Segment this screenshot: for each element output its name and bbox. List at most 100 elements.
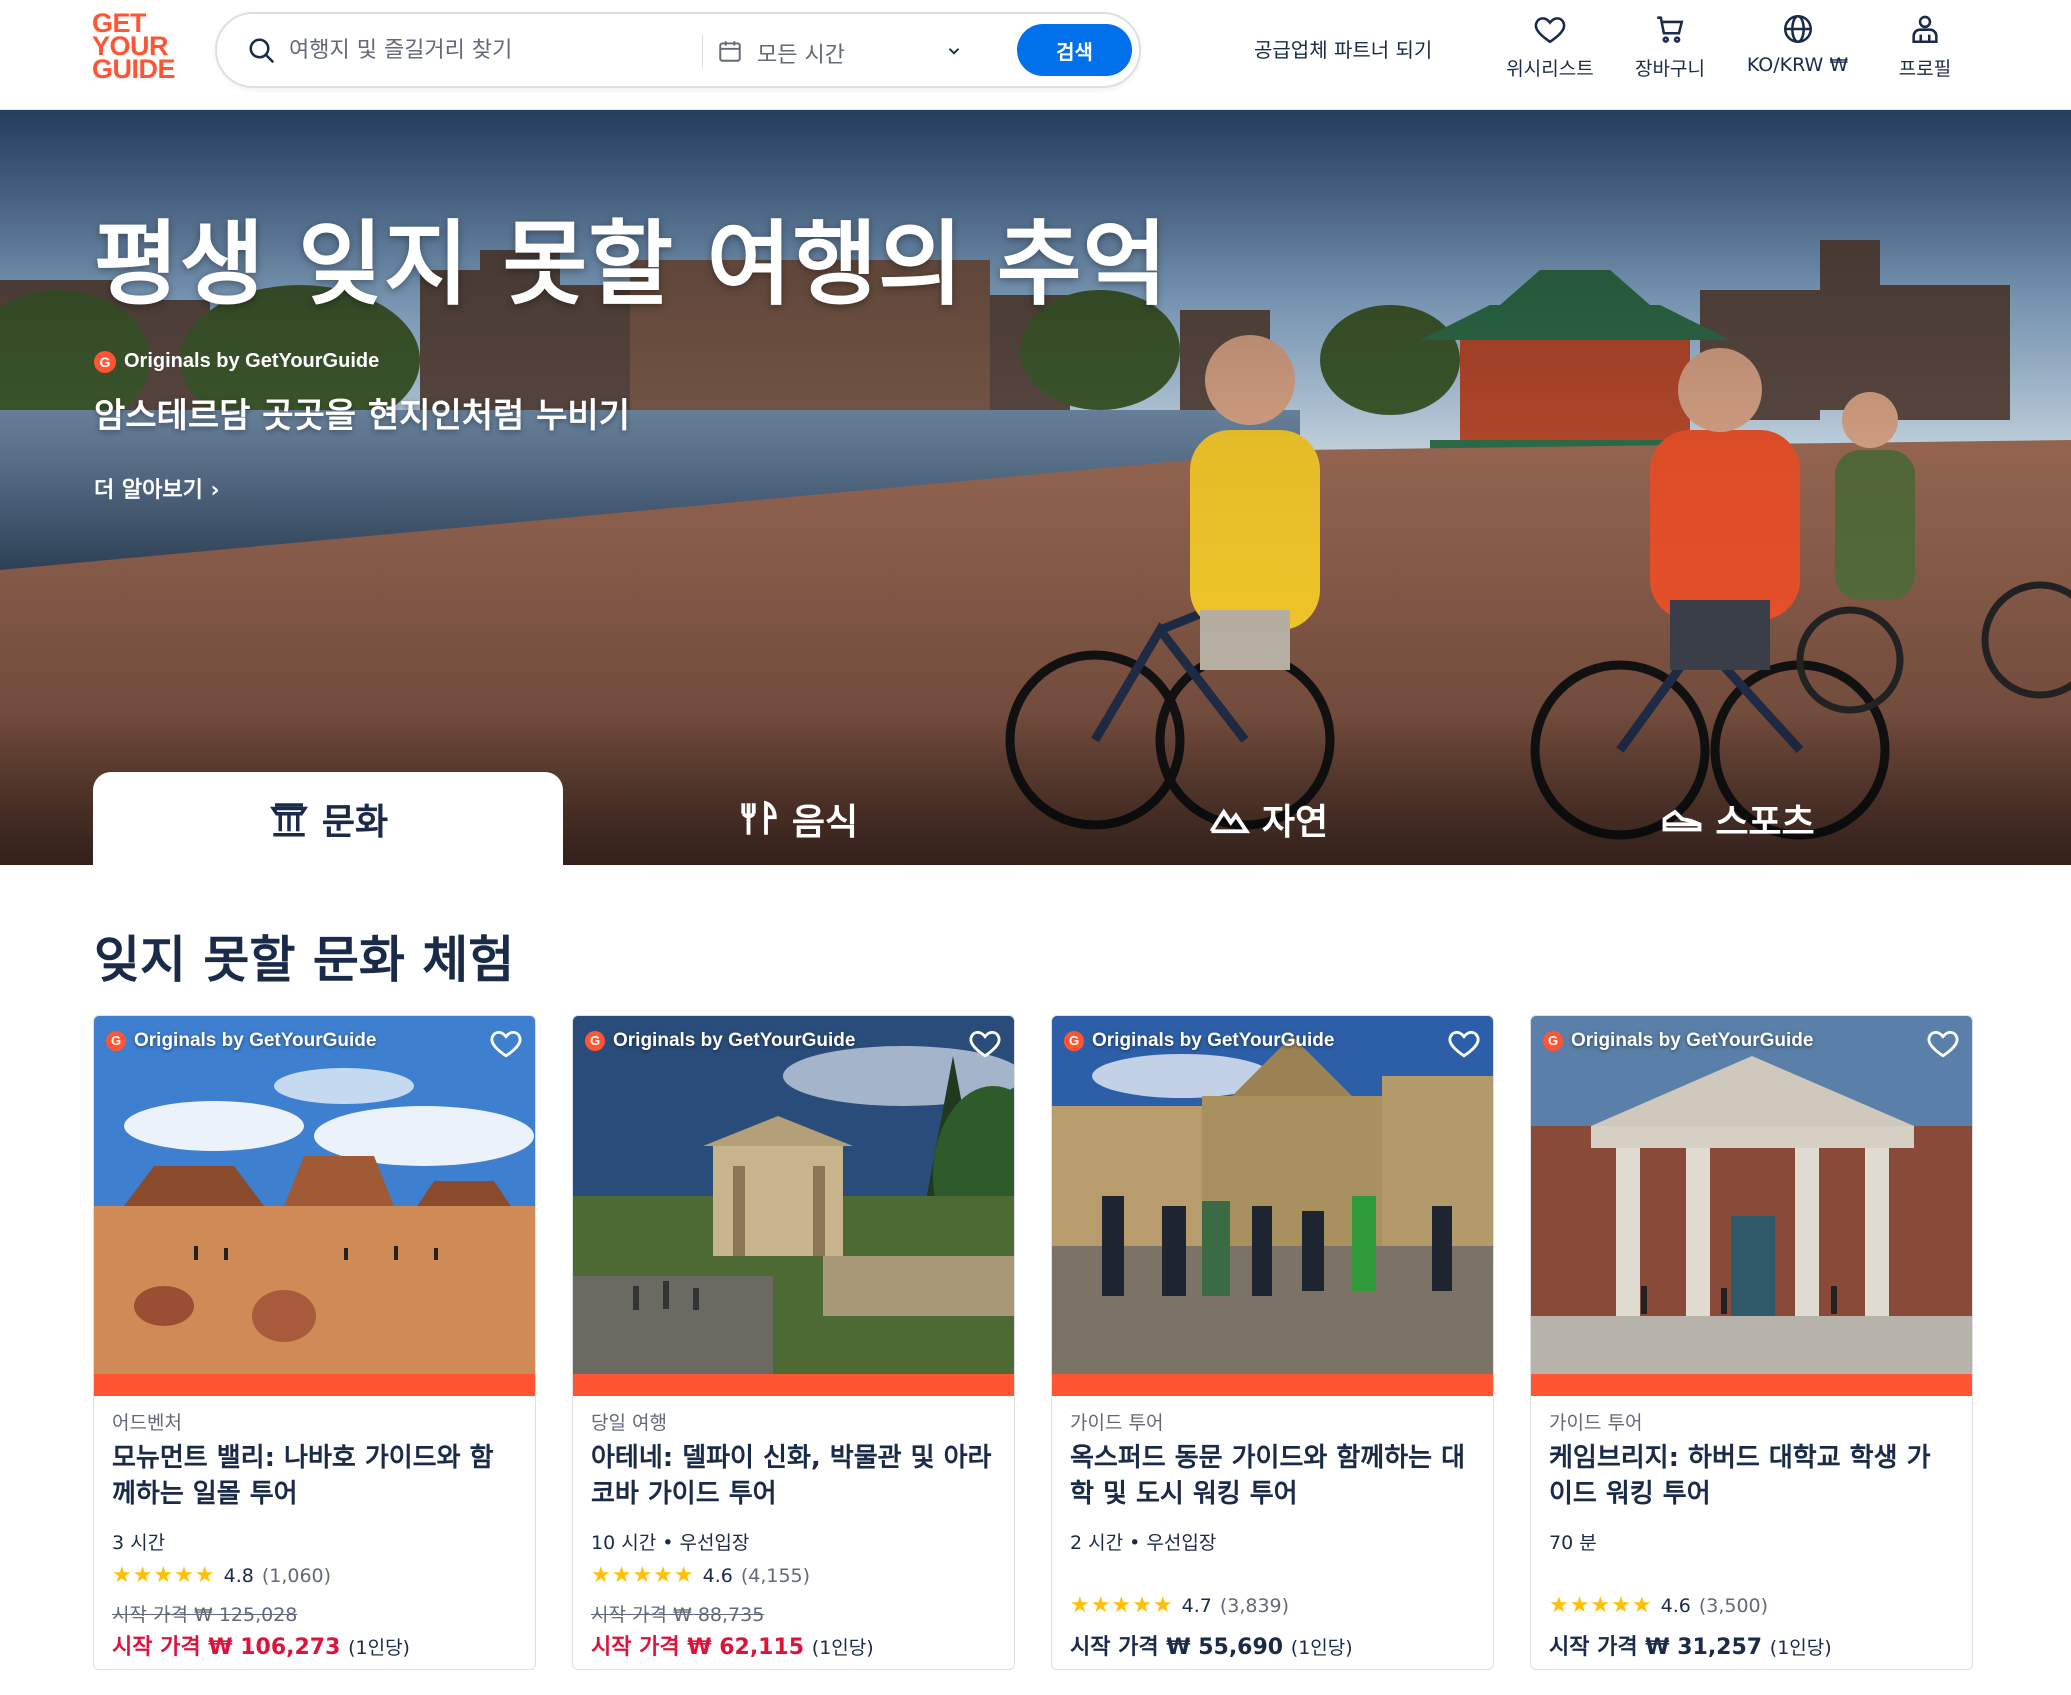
- rating-value: 4.7: [1181, 1594, 1212, 1617]
- review-count: (3,839): [1219, 1594, 1290, 1617]
- nav-wishlist[interactable]: 위시리스트: [1500, 12, 1600, 92]
- card-accent-strip: [1052, 1374, 1493, 1396]
- nav-cart-label: 장바구니: [1635, 58, 1705, 80]
- price-value: 시작 가격 ₩ 106,273: [112, 1635, 341, 1660]
- hero-originals-badge: G Originals by GetYourGuide: [94, 350, 379, 373]
- nav-locale[interactable]: KO/KRW ₩: [1735, 12, 1860, 92]
- rating-value: 4.6: [702, 1564, 733, 1587]
- getyourguide-g-icon: G: [1543, 1031, 1563, 1051]
- search-bar: 모든 시간 검색: [215, 12, 1141, 88]
- card-rating: ★★★★★ 4.8 (1,060): [112, 1563, 331, 1588]
- tab-sports[interactable]: 스포츠: [1503, 772, 1973, 865]
- card-title: 케임브리지: 하버드 대학교 학생 가이드 워킹 투어: [1549, 1443, 1931, 1509]
- card-category: 가이드 투어: [1549, 1412, 1643, 1434]
- card-title: 모뉴먼트 밸리: 나바호 가이드와 함께하는 일몰 투어: [112, 1443, 494, 1509]
- card-image: [573, 1016, 1014, 1374]
- original-price: 시작 가격 ₩ 125,028: [112, 1604, 298, 1626]
- activity-card[interactable]: G Originals by GetYourGuide 가이드 투어 케임브리지…: [1530, 1015, 1973, 1670]
- per-person-label: (1인당): [1290, 1637, 1353, 1659]
- hero-title: 평생 잊지 못할 여행의 추억: [94, 211, 1169, 318]
- nav-profile[interactable]: 프로필: [1875, 12, 1975, 92]
- rating-stars-icon: ★★★★★: [112, 1563, 216, 1588]
- card-category: 가이드 투어: [1070, 1412, 1164, 1434]
- museum-icon: [269, 802, 308, 836]
- wishlist-heart-icon[interactable]: [1926, 1026, 1960, 1060]
- tab-food[interactable]: 음식: [563, 772, 1033, 865]
- card-image: [1531, 1016, 1972, 1374]
- per-person-label: (1인당): [811, 1637, 874, 1659]
- fork-knife-icon: [741, 800, 777, 835]
- card-accent-strip: [573, 1374, 1014, 1396]
- activity-card[interactable]: G Originals by GetYourGuide 어드벤처 모뉴먼트 밸리…: [93, 1015, 536, 1670]
- activity-card[interactable]: G Originals by GetYourGuide 당일 여행 아테네: 델…: [572, 1015, 1015, 1670]
- rating-stars-icon: ★★★★★: [1070, 1593, 1174, 1618]
- card-duration: 70 분: [1549, 1532, 1597, 1554]
- card-image: [1052, 1016, 1493, 1374]
- hero-originals-label: Originals by GetYourGuide: [124, 350, 380, 372]
- price-value: 시작 가격 ₩ 62,115: [591, 1635, 805, 1660]
- tab-sports-label: 스포츠: [1715, 801, 1815, 843]
- become-partner-link[interactable]: 공급업체 파트너 되기: [1254, 34, 1432, 63]
- per-person-label: (1인당): [348, 1637, 410, 1659]
- card-price: 시작 가격 ₩ 31,257 (1인당): [1549, 1629, 1832, 1661]
- rating-stars-icon: ★★★★★: [591, 1563, 695, 1588]
- card-price: 시작 가격 ₩ 62,115 (1인당): [591, 1629, 874, 1661]
- oxford-campus-photo: [1052, 1016, 1493, 1374]
- card-title: 아테네: 델파이 신화, 박물관 및 아라코바 가이드 투어: [591, 1443, 992, 1509]
- logo-line-3: GUIDE: [92, 54, 176, 84]
- review-count: (1,060): [261, 1564, 332, 1587]
- search-divider: [702, 34, 703, 68]
- card-duration: 2 시간 • 우선입장: [1070, 1532, 1217, 1554]
- getyourguide-g-icon: G: [1064, 1031, 1084, 1051]
- monument-valley-photo: [94, 1016, 535, 1374]
- tab-nature[interactable]: 자연: [1033, 772, 1503, 865]
- getyourguide-logo[interactable]: GET YOUR GUIDE: [92, 10, 182, 84]
- wishlist-heart-icon[interactable]: [968, 1026, 1002, 1060]
- tab-culture[interactable]: 문화: [93, 772, 563, 865]
- nav-cart[interactable]: 장바구니: [1620, 12, 1720, 92]
- tab-nature-label: 자연: [1261, 801, 1329, 843]
- hero-learn-more-link[interactable]: 더 알아보기 ›: [94, 472, 220, 504]
- card-duration: 10 시간 • 우선입장: [591, 1532, 750, 1554]
- delphi-ruins-photo: [573, 1016, 1014, 1374]
- hero-banner: 평생 잊지 못할 여행의 추억 G Originals by GetYourGu…: [0, 110, 2071, 865]
- rating-stars-icon: ★★★★★: [1549, 1593, 1653, 1618]
- harvard-building-photo: [1531, 1016, 1972, 1374]
- activity-card[interactable]: G Originals by GetYourGuide 가이드 투어 옥스퍼드 …: [1051, 1015, 1494, 1670]
- card-duration: 3 시간: [112, 1532, 166, 1554]
- wishlist-heart-icon[interactable]: [489, 1026, 523, 1060]
- card-originals-label: Originals by GetYourGuide: [1571, 1030, 1814, 1051]
- sneaker-icon: [1662, 809, 1702, 831]
- price-value: 시작 가격 ₩ 31,257: [1549, 1635, 1763, 1660]
- card-originals-label: Originals by GetYourGuide: [1092, 1030, 1335, 1051]
- hero-subtitle: 암스테르담 곳곳을 현지인처럼 누비기: [94, 396, 630, 436]
- price-value: 시작 가격 ₩ 55,690: [1070, 1635, 1284, 1660]
- card-category: 어드벤처: [112, 1412, 182, 1434]
- search-button[interactable]: 검색: [1017, 24, 1132, 76]
- card-rating: ★★★★★ 4.6 (4,155): [591, 1563, 810, 1588]
- date-picker[interactable]: 모든 시간: [717, 24, 987, 78]
- search-icon: [249, 38, 275, 64]
- search-input[interactable]: [289, 28, 689, 72]
- card-originals-badge: G Originals by GetYourGuide: [1064, 1030, 1334, 1052]
- tab-culture-label: 문화: [321, 801, 389, 843]
- card-image: [94, 1016, 535, 1374]
- getyourguide-g-icon: G: [94, 350, 116, 373]
- card-accent-strip: [94, 1374, 535, 1396]
- wishlist-heart-icon[interactable]: [1447, 1026, 1481, 1060]
- section-title: 잊지 못할 문화 체험: [94, 931, 515, 989]
- nav-wishlist-label: 위시리스트: [1506, 58, 1594, 80]
- getyourguide-g-icon: G: [585, 1031, 605, 1051]
- card-originals-label: Originals by GetYourGuide: [613, 1030, 856, 1051]
- per-person-label: (1인당): [1769, 1637, 1832, 1659]
- card-accent-strip: [1531, 1374, 1972, 1396]
- getyourguide-g-icon: G: [106, 1031, 126, 1051]
- top-header: GET YOUR GUIDE 모든 시간 검색 공급업체 파트너 되기 위시리스…: [0, 0, 2071, 110]
- heart-icon: [1534, 17, 1566, 44]
- rating-value: 4.6: [1660, 1594, 1691, 1617]
- profile-icon: [1912, 15, 1938, 44]
- calendar-icon: [719, 41, 741, 62]
- card-originals-badge: G Originals by GetYourGuide: [585, 1030, 855, 1052]
- card-category: 당일 여행: [591, 1412, 667, 1434]
- card-rating: ★★★★★ 4.7 (3,839): [1070, 1593, 1289, 1618]
